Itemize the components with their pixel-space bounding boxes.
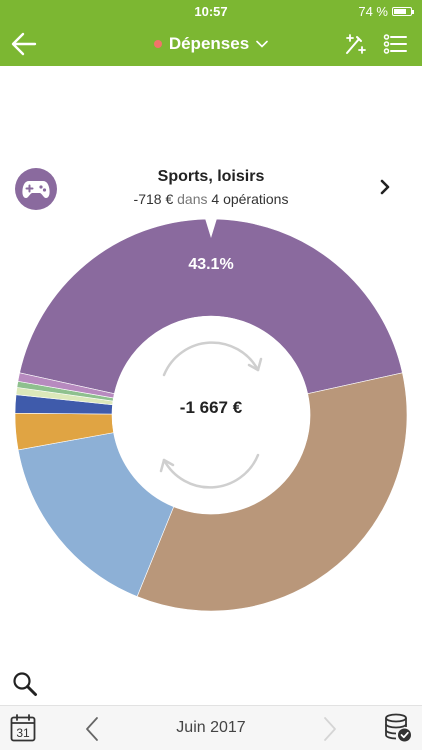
calendar-day: 31 <box>16 726 30 740</box>
list-icon[interactable] <box>383 32 407 56</box>
chevron-down-icon <box>256 40 268 48</box>
calendar-icon[interactable]: 31 <box>10 714 36 742</box>
wand-plus-icon[interactable] <box>344 32 368 56</box>
database-check-icon[interactable] <box>384 713 412 743</box>
status-dot <box>153 40 162 48</box>
category-name: Sports, loisirs <box>157 168 265 185</box>
category-summary: -718 € dans 4 opérations <box>0 191 422 207</box>
total-amount: -1 667 € <box>179 398 243 417</box>
nav-bar: Dépenses <box>0 22 422 66</box>
battery-icon <box>392 7 414 16</box>
operations-count: 4 <box>211 191 220 207</box>
category-connector: dans <box>177 191 208 207</box>
chevron-left-icon[interactable] <box>84 716 100 742</box>
category-amount: -718 € <box>133 191 174 207</box>
bottom-toolbar: 31 Juin 2017 <box>0 705 422 750</box>
page-title: Dépenses <box>168 34 250 53</box>
operations-label: opérations <box>223 191 289 207</box>
chevron-right-icon[interactable] <box>378 179 392 195</box>
chevron-right-icon <box>324 717 336 741</box>
status-bar: 10:57 74 % <box>0 0 422 22</box>
battery-indicator: 74 % <box>358 4 414 19</box>
battery-percent: 74 % <box>358 4 388 19</box>
search-icon[interactable] <box>12 671 38 697</box>
battery-level <box>394 9 406 14</box>
period-label[interactable]: Juin 2017 <box>111 719 311 737</box>
donut-chart[interactable]: 43.1% -1 667 € <box>0 210 422 620</box>
selected-slice-percent: 43.1% <box>188 256 233 273</box>
